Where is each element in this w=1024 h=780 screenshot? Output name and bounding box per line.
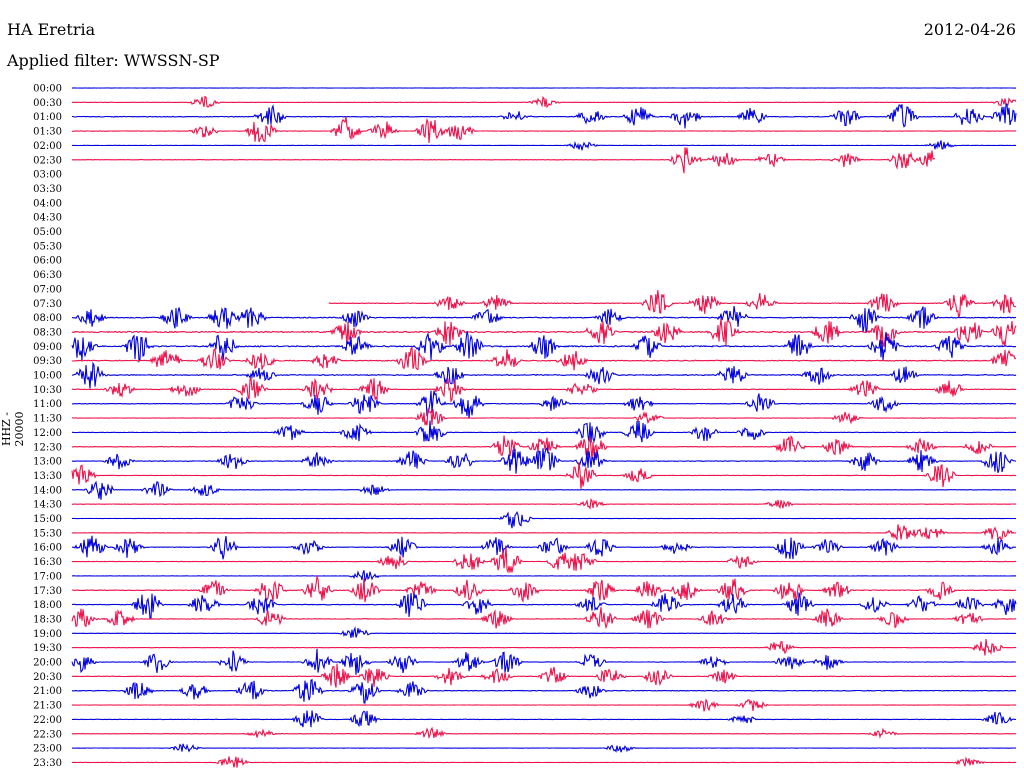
trace-1200: [72, 420, 1017, 444]
trace-1930: [71, 638, 1017, 656]
time-tick-label: 17:00: [33, 571, 62, 582]
trace-2100: [71, 678, 1017, 704]
trace-0100: [72, 102, 1017, 129]
time-tick-label: 19:00: [33, 629, 62, 640]
trace-2000: [71, 648, 1016, 675]
time-tick-label: 04:00: [33, 198, 62, 209]
time-tick-label: 15:00: [33, 514, 62, 525]
trace-0900: [71, 331, 1017, 364]
time-tick-label: 02:30: [33, 155, 62, 166]
time-tick-label: 19:30: [33, 643, 62, 654]
trace-1400: [71, 480, 1017, 500]
trace-1900: [72, 626, 1017, 639]
time-tick-label: 21:00: [33, 686, 62, 697]
time-tick-label: 22:30: [33, 729, 62, 740]
trace-1300: [71, 446, 1017, 474]
time-tick-label: 18:00: [33, 600, 62, 611]
time-tick-label: 10:30: [33, 385, 62, 396]
time-tick-label: 02:00: [33, 141, 62, 152]
trace-1700: [71, 570, 1017, 583]
time-tick-label: 00:30: [33, 98, 62, 109]
time-tick-label: 11:30: [33, 414, 62, 425]
trace-0130: [71, 116, 1017, 144]
time-tick-label: 03:30: [33, 184, 62, 195]
seismogram-plot: 00:00 00:30 01:00 01:30 02:00 02:30 03:00 03:30…: [33, 84, 1017, 769]
time-tick-label: 12:00: [33, 428, 62, 439]
time-tick-label: 11:00: [33, 399, 62, 410]
time-tick-label: 06:30: [33, 270, 62, 281]
trace-0200: [71, 140, 1016, 151]
trace-2300: [71, 743, 1016, 753]
trace-2130: [71, 698, 1016, 712]
time-tick-label: 13:00: [33, 457, 62, 468]
time-tick-label: 00:00: [33, 84, 62, 95]
time-tick-label: 08:00: [33, 313, 62, 324]
time-tick-label: 21:30: [33, 701, 62, 712]
time-tick-label: 12:30: [33, 442, 62, 453]
time-tick-label: 20:30: [33, 672, 62, 683]
time-tick-label: 06:00: [33, 256, 62, 267]
trace-2330: [71, 756, 1017, 768]
time-tick-label: 17:30: [33, 586, 62, 597]
time-tick-label: 13:30: [33, 471, 62, 482]
trace-1600: [71, 535, 1017, 560]
time-tick-label: 07:00: [33, 284, 62, 295]
time-tick-label: 05:00: [33, 227, 62, 238]
time-tick-label: 23:30: [33, 758, 62, 769]
trace-0030: [71, 95, 1017, 109]
trace-1100: [71, 390, 1017, 419]
time-tick-label: 10:00: [33, 371, 62, 382]
time-tick-label: 01:30: [33, 127, 62, 138]
trace-1800: [71, 592, 1017, 620]
trace-1500: [71, 511, 1017, 529]
trace-2230: [71, 726, 1017, 740]
trace-1130: [71, 408, 1017, 426]
trace-1330: [71, 462, 1017, 489]
trace-1730: [72, 574, 1017, 603]
time-tick-label: 15:30: [33, 528, 62, 539]
time-tick-label: 18:30: [33, 614, 62, 625]
trace-0730: [328, 290, 1016, 318]
time-tick-label: 07:30: [33, 299, 62, 310]
trace-1530: [71, 524, 1017, 542]
trace-1030: [71, 376, 1017, 403]
time-tick-label: 14:30: [33, 500, 62, 511]
trace-1000: [71, 361, 1017, 389]
time-tick-label: 01:00: [33, 112, 62, 123]
trace-1430: [72, 498, 1016, 510]
trace-2200: [71, 710, 1017, 728]
trace-2030: [71, 663, 1017, 688]
time-tick-label: 09:00: [33, 342, 62, 353]
time-tick-label: 20:00: [33, 658, 62, 669]
time-tick-label: 16:30: [33, 557, 62, 568]
time-tick-label: 04:30: [33, 213, 62, 224]
time-tick-label: 03:00: [33, 170, 62, 181]
time-tick-label: 14:00: [33, 485, 62, 496]
time-tick-label: 16:00: [33, 543, 62, 554]
time-tick-label: 08:30: [33, 327, 62, 338]
time-tick-label: 05:30: [33, 241, 62, 252]
time-tick-label: 22:00: [33, 715, 62, 726]
trace-0230: [71, 147, 936, 174]
time-tick-label: 09:30: [33, 356, 62, 367]
helicorder-page: HA Eretria 2012-04-26 Applied filter: WW…: [0, 0, 1024, 780]
time-tick-label: 23:00: [33, 744, 62, 755]
